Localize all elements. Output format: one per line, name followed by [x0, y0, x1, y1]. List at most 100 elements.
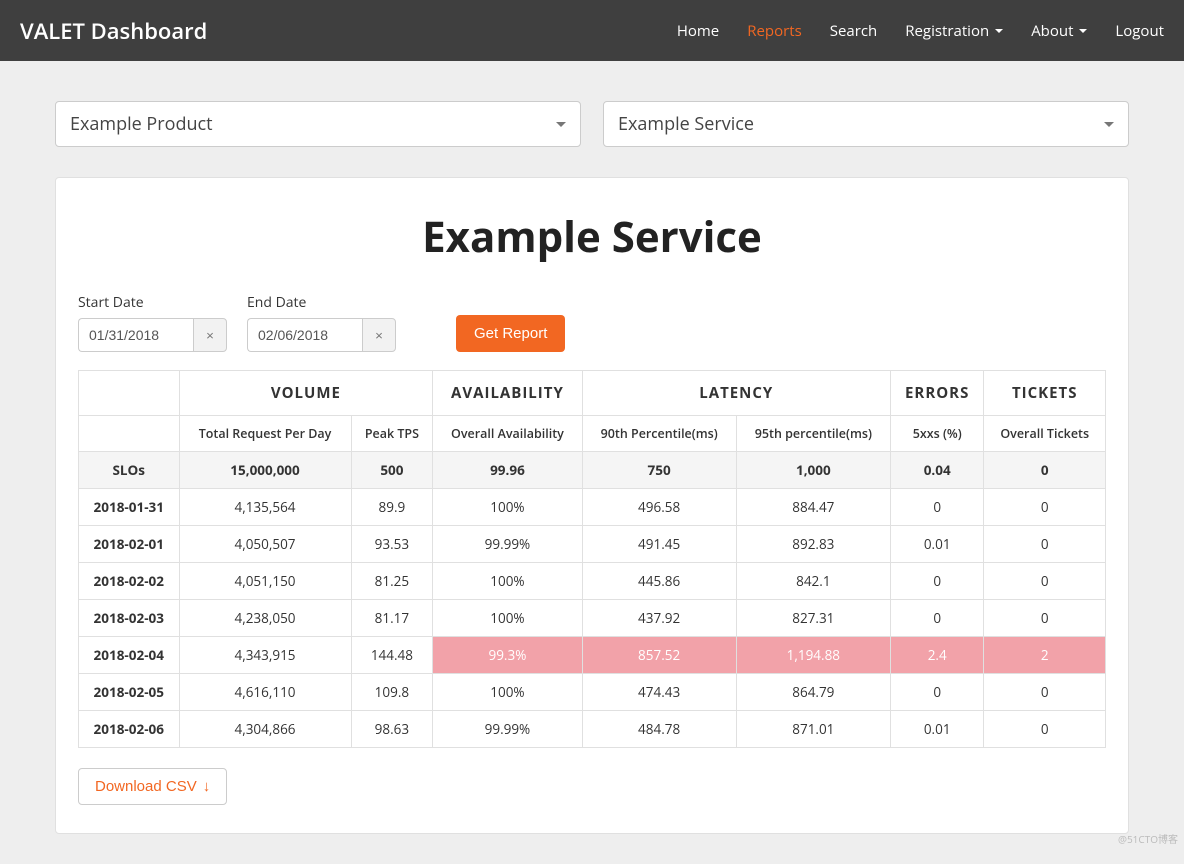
brand-title: VALET Dashboard — [20, 16, 207, 46]
service-title: Example Service — [78, 208, 1106, 265]
table-row: 2018-02-014,050,50793.5399.99%491.45892.… — [79, 526, 1106, 563]
data-cell: 871.01 — [736, 711, 890, 748]
data-cell: 0 — [984, 526, 1106, 563]
table-row: 2018-02-034,238,05081.17100%437.92827.31… — [79, 600, 1106, 637]
data-cell: 0 — [984, 563, 1106, 600]
data-cell: 4,050,507 — [179, 526, 351, 563]
slo-table: VOLUME AVAILABILITY LATENCY ERRORS TICKE… — [78, 370, 1106, 748]
selector-row: Example Product Example Service — [55, 101, 1129, 147]
nav-links: Home Reports Search Registration About Logout — [677, 21, 1164, 41]
date-cell: 2018-02-04 — [79, 637, 180, 674]
main-container: Example Product Example Service Example … — [0, 61, 1184, 864]
table-sub-header: Total Request Per Day Peak TPS Overall A… — [79, 416, 1106, 452]
sub-p90: 90th Percentile(ms) — [582, 416, 736, 452]
table-row: 2018-02-054,616,110109.8100%474.43864.79… — [79, 674, 1106, 711]
data-cell: 445.86 — [582, 563, 736, 600]
data-cell: 0 — [984, 600, 1106, 637]
date-cell: 2018-02-03 — [79, 600, 180, 637]
col-tickets: TICKETS — [984, 371, 1106, 416]
end-date-group: End Date × — [247, 293, 396, 352]
data-cell: 0 — [984, 711, 1106, 748]
sub-tickets: Overall Tickets — [984, 416, 1106, 452]
data-cell: 0.01 — [890, 711, 983, 748]
clear-end-date-button[interactable]: × — [362, 318, 396, 352]
start-date-input[interactable] — [78, 318, 193, 352]
nav-link-label: About — [1031, 21, 1073, 41]
data-cell: 99.99% — [433, 711, 582, 748]
data-cell: 484.78 — [582, 711, 736, 748]
data-cell: 2.4 — [890, 637, 983, 674]
end-date-label: End Date — [247, 293, 396, 312]
col-availability: AVAILABILITY — [433, 371, 582, 416]
sub-5xx: 5xxs (%) — [890, 416, 983, 452]
table-row: 2018-02-044,343,915144.4899.3%857.521,19… — [79, 637, 1106, 674]
data-cell: 842.1 — [736, 563, 890, 600]
date-cell: 2018-01-31 — [79, 489, 180, 526]
navbar: VALET Dashboard Home Reports Search Registr… — [0, 0, 1184, 61]
download-icon: ↓ — [203, 778, 211, 795]
data-cell: 0 — [890, 489, 983, 526]
data-cell: 437.92 — [582, 600, 736, 637]
nav-link-label: Registration — [905, 21, 989, 41]
nav-link-label: Reports — [747, 21, 802, 41]
product-dropdown[interactable]: Example Product — [55, 101, 581, 147]
slo-cell: 750 — [582, 452, 736, 489]
nav-link-search[interactable]: Search — [830, 21, 878, 41]
data-cell: 100% — [433, 563, 582, 600]
data-cell: 4,238,050 — [179, 600, 351, 637]
data-cell: 100% — [433, 674, 582, 711]
nav-link-registration[interactable]: Registration — [905, 21, 1003, 41]
data-cell: 827.31 — [736, 600, 890, 637]
start-date-label: Start Date — [78, 293, 227, 312]
data-cell: 0 — [890, 674, 983, 711]
table-group-header: VOLUME AVAILABILITY LATENCY ERRORS TICKE… — [79, 371, 1106, 416]
data-cell: 81.25 — [351, 563, 433, 600]
download-csv-button[interactable]: Download CSV ↓ — [78, 768, 227, 805]
slo-label-cell: SLOs — [79, 452, 180, 489]
col-latency: LATENCY — [582, 371, 890, 416]
service-dropdown[interactable]: Example Service — [603, 101, 1129, 147]
col-errors: ERRORS — [890, 371, 983, 416]
data-cell: 98.63 — [351, 711, 433, 748]
date-cell: 2018-02-02 — [79, 563, 180, 600]
sub-peak-tps: Peak TPS — [351, 416, 433, 452]
data-cell: 474.43 — [582, 674, 736, 711]
slo-cell: 0 — [984, 452, 1106, 489]
data-cell: 81.17 — [351, 600, 433, 637]
get-report-button[interactable]: Get Report — [456, 315, 565, 352]
report-panel: Example Service Start Date × End Date × … — [55, 177, 1129, 834]
nav-link-logout[interactable]: Logout — [1115, 21, 1164, 41]
data-cell: 0 — [984, 674, 1106, 711]
nav-link-reports[interactable]: Reports — [747, 21, 802, 41]
data-cell: 109.8 — [351, 674, 433, 711]
data-cell: 884.47 — [736, 489, 890, 526]
chevron-down-icon — [995, 29, 1003, 33]
product-dropdown-label: Example Product — [70, 112, 213, 136]
data-cell: 99.3% — [433, 637, 582, 674]
data-cell: 99.99% — [433, 526, 582, 563]
clear-start-date-button[interactable]: × — [193, 318, 227, 352]
table-row: 2018-02-064,304,86698.6399.99%484.78871.… — [79, 711, 1106, 748]
table-body: SLOs15,000,00050099.967501,0000.0402018-… — [79, 452, 1106, 748]
chevron-down-icon — [1104, 122, 1114, 127]
data-cell: 4,051,150 — [179, 563, 351, 600]
data-cell: 93.53 — [351, 526, 433, 563]
nav-link-about[interactable]: About — [1031, 21, 1087, 41]
nav-link-home[interactable]: Home — [677, 21, 719, 41]
download-csv-label: Download CSV — [95, 778, 197, 795]
data-cell: 0 — [890, 600, 983, 637]
table-row: 2018-02-024,051,15081.25100%445.86842.10… — [79, 563, 1106, 600]
data-cell: 89.9 — [351, 489, 433, 526]
start-date-group: Start Date × — [78, 293, 227, 352]
date-cell: 2018-02-06 — [79, 711, 180, 748]
slo-cell: 99.96 — [433, 452, 582, 489]
slo-cell: 15,000,000 — [179, 452, 351, 489]
sub-blank — [79, 416, 180, 452]
data-cell: 0 — [890, 563, 983, 600]
data-cell: 0 — [984, 489, 1106, 526]
nav-link-label: Home — [677, 21, 719, 41]
data-cell: 1,194.88 — [736, 637, 890, 674]
end-date-input[interactable] — [247, 318, 362, 352]
service-dropdown-label: Example Service — [618, 112, 754, 136]
watermark: @51CTO博客 — [1118, 831, 1178, 846]
